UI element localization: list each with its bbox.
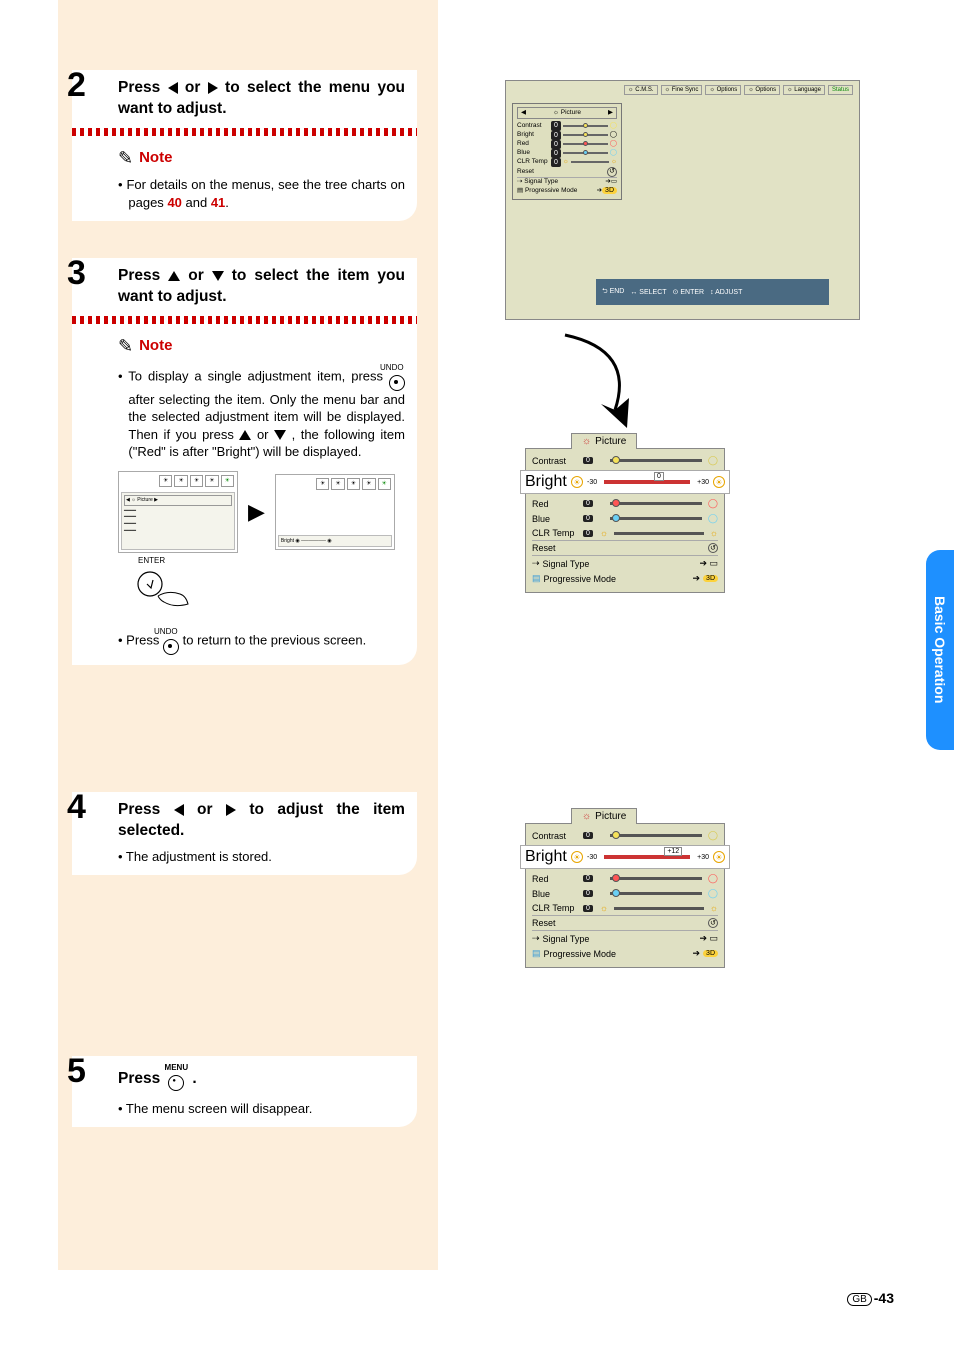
- osd-tab: ☼ Fine Sync: [661, 85, 703, 95]
- step-4: 4 Press or to adjust the item selected. …: [72, 792, 417, 875]
- mini-tab: ☀: [331, 478, 344, 490]
- note-label: Note: [139, 336, 172, 356]
- undo-label: UNDO: [389, 364, 405, 372]
- text: Press: [118, 79, 168, 96]
- picture-tab: ☼Picture: [571, 433, 637, 449]
- note-icon: ✎: [118, 334, 133, 358]
- step-2-title: Press or to select the menu you want to …: [118, 78, 405, 120]
- text: • For details on the menus, see the tree…: [118, 177, 405, 210]
- osd-tab: ☼ Options: [705, 85, 741, 95]
- gb-badge: GB: [847, 1293, 871, 1306]
- dotted-divider: [72, 128, 417, 136]
- mini-screenshot-full: ☀ ☀ ☀ ☀ ☀ ◀ ☼ Picture ▶ ━━━━━━━━━━━━━━━━: [118, 471, 238, 553]
- left-arrow-icon: [174, 804, 184, 816]
- mini-tab: ☀: [362, 478, 375, 490]
- osd-tab: Status: [828, 85, 853, 95]
- page-number: GB-43: [847, 1290, 894, 1306]
- step-5-bullet: • The menu screen will disappear.: [118, 1100, 405, 1118]
- osd-tab: ☼ Language: [783, 85, 825, 95]
- down-arrow-icon: [212, 271, 224, 281]
- mini-tab: ☀: [221, 475, 234, 487]
- right-arrow-icon: [208, 82, 218, 94]
- step-2-bullet: • For details on the menus, see the tree…: [118, 176, 405, 211]
- up-arrow-icon: [168, 271, 180, 281]
- mini-screenshots-row: ☀ ☀ ☀ ☀ ☀ ◀ ☼ Picture ▶ ━━━━━━━━━━━━━━━━…: [118, 471, 405, 553]
- enter-button-icon: [389, 375, 405, 391]
- note-label: Note: [139, 148, 172, 168]
- text: • To display a single adjustment item, p…: [118, 369, 389, 384]
- step-4-title: Press or to adjust the item selected.: [118, 800, 405, 842]
- undo-label: UNDO: [163, 628, 179, 636]
- right-arrow-icon: ▶: [248, 497, 265, 527]
- text: Press: [118, 267, 168, 284]
- step-3-title: Press or to select the item you want to …: [118, 266, 405, 308]
- undo-button-icon: [163, 639, 179, 655]
- page-link-41[interactable]: 41: [211, 195, 225, 210]
- menu-label: MENU: [165, 1064, 189, 1072]
- step-5-number: 5: [67, 1052, 86, 1090]
- bright-row-highlighted: Bright ☀ -30 +12 +30 ☀: [520, 845, 730, 869]
- text: and: [182, 195, 211, 210]
- step-3: 3 Press or to select the item you want t…: [72, 258, 417, 665]
- right-arrow-icon: [226, 804, 236, 816]
- osd-picture-mini: ◀☼ Picture▶ Contrast0◯ Bright0◯ Red0◯ Bl…: [512, 103, 622, 200]
- osd-full-screenshot: ☼ C.M.S. ☼ Fine Sync ☼ Options ☼ Options…: [505, 80, 860, 320]
- note-header: ✎ Note: [118, 334, 405, 358]
- text: .: [192, 1070, 196, 1087]
- mini-tab: ☀: [347, 478, 360, 490]
- step-2-number: 2: [67, 66, 86, 104]
- picture-tab: ☼Picture: [571, 808, 637, 824]
- mini-tab: ☀: [174, 475, 187, 487]
- osd-tab: ☼ C.M.S.: [624, 85, 658, 95]
- left-arrow-icon: [168, 82, 178, 94]
- down-arrow-illustration: [545, 330, 665, 445]
- mini-tab: ☀: [316, 478, 329, 490]
- osd-picture-panel-step3: ☼Picture Contrast0◯ Bright ☀ -30 0 +30 ☀…: [525, 430, 725, 593]
- text: to return to the previous screen.: [183, 633, 367, 648]
- step-4-number: 4: [67, 788, 86, 826]
- mini-tab: ☀: [190, 475, 203, 487]
- dotted-divider: [72, 316, 417, 324]
- enter-label: ENTER: [138, 557, 405, 565]
- text: Press: [118, 801, 174, 818]
- page: Basic Operation 2 Press or to select the…: [0, 0, 954, 1346]
- osd-tab: ☼ Options: [744, 85, 780, 95]
- step-2: 2 Press or to select the menu you want t…: [72, 70, 417, 221]
- mini-screenshot-single: ☀ ☀ ☀ ☀ ☀ Bright ◉ ─────── ◉: [275, 474, 395, 551]
- menu-button-icon: [168, 1075, 184, 1091]
- text: or: [188, 267, 212, 284]
- bright-row-highlighted: Bright ☀ -30 0 +30 ☀: [520, 470, 730, 494]
- text: or: [197, 801, 226, 818]
- step-4-bullet: • The adjustment is stored.: [118, 848, 405, 866]
- mini-tab: ☀: [159, 475, 172, 487]
- osd-hint-bar: ⮌ END ↔ SELECT ⊙ ENTER ↕ ADJUST: [596, 279, 829, 305]
- page-link-40[interactable]: 40: [167, 195, 181, 210]
- mini-tab: ☀: [205, 475, 218, 487]
- enter-button-illustration: ENTER: [132, 557, 405, 616]
- text: .: [225, 195, 229, 210]
- text: or: [185, 79, 208, 96]
- mini-tab: ☀: [378, 478, 391, 490]
- text: Press: [118, 1070, 165, 1087]
- side-tab-basic-operation: Basic Operation: [926, 550, 954, 750]
- page-number-text: -43: [874, 1290, 894, 1306]
- up-arrow-icon: [239, 430, 251, 440]
- step-3-bullet-1: • To display a single adjustment item, p…: [118, 364, 405, 461]
- osd-picture-panel-step4: ☼Picture Contrast0◯ Bright ☀ -30 +12 +30…: [525, 805, 725, 968]
- step-5-title: Press MENU .: [118, 1064, 405, 1094]
- step-5: 5 Press MENU . • The menu screen will di…: [72, 1056, 417, 1127]
- step-3-number: 3: [67, 254, 86, 292]
- note-header: ✎ Note: [118, 146, 405, 170]
- note-icon: ✎: [118, 146, 133, 170]
- down-arrow-icon: [274, 430, 286, 440]
- step-3-bullet-2: • Press UNDO to return to the previous s…: [118, 628, 405, 655]
- osd-tab-bar: ☼ C.M.S. ☼ Fine Sync ☼ Options ☼ Options…: [624, 85, 853, 95]
- text: or: [257, 427, 274, 442]
